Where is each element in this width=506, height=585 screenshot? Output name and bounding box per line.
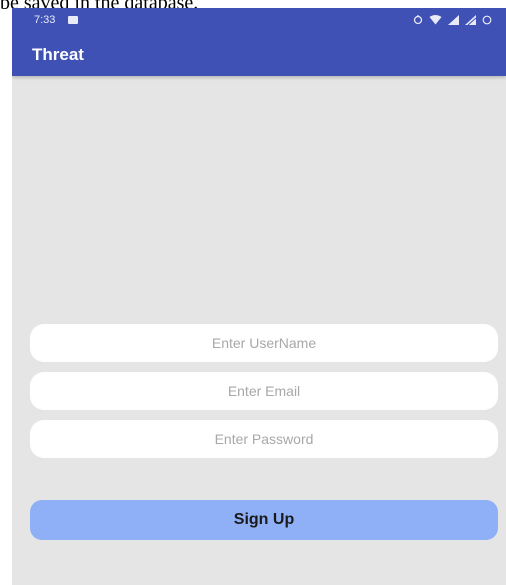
email-input[interactable] [30,372,498,410]
wifi-icon [429,15,442,25]
status-icons [413,13,492,27]
password-input[interactable] [30,420,498,458]
signal-icon [448,15,459,25]
app-bar: Threat [12,34,506,76]
status-time: 7:33 [34,14,56,26]
status-bar: 7:33 [12,8,506,34]
vibrate-icon [413,15,423,25]
phone-screen: 7:33 Threat Sign Up [12,8,506,585]
app-title: Threat [32,45,84,64]
sign-up-button[interactable]: Sign Up [30,500,498,540]
username-input[interactable] [30,324,498,362]
signal-roaming-icon [465,15,476,25]
notification-icon [68,16,78,24]
battery-icon [482,15,492,25]
